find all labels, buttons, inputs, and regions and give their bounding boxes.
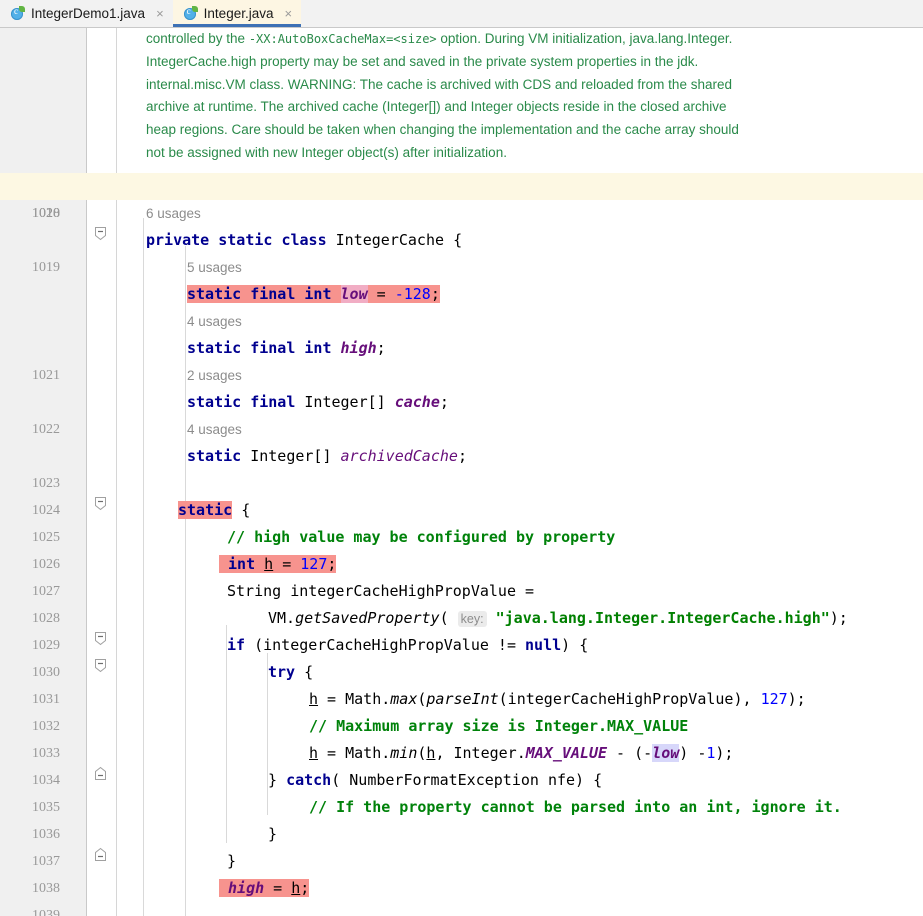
usage-hint-label: 5 usages — [187, 260, 242, 275]
code-row-1039[interactable]: 1039 high = h; — [0, 875, 923, 916]
editor-tab-bar: IntegerDemo1.java × Integer.java × — [0, 0, 923, 28]
code-text: h = Math.max(parseInt(integerCacheHighPr… — [309, 690, 806, 708]
code-row-1033[interactable]: 1033 // Maximum array size is Integer.MA… — [0, 713, 923, 761]
usage-hint-high[interactable]: 4 usages — [0, 308, 923, 335]
error-highlight: static final int low = -128; — [187, 285, 440, 303]
java-class-icon — [10, 6, 25, 21]
code-row-1026[interactable]: 1026 // high value may be configured by … — [0, 524, 923, 572]
code-text: VM.getSavedProperty( key: "java.lang.Int… — [268, 609, 848, 627]
code-row-1035[interactable]: 1035 } catch( NumberFormatException nfe)… — [0, 767, 923, 815]
tab-label: Integer.java — [203, 6, 274, 21]
code-row-1025[interactable]: 1025 static { — [0, 497, 923, 545]
code-row-1029[interactable]: 1029 VM.getSavedProperty( key: "java.lan… — [0, 605, 923, 653]
code-text: int h = 127; — [219, 551, 337, 578]
doc-line-4: archive at runtime. The archived cache (… — [146, 99, 727, 115]
close-icon[interactable]: × — [155, 7, 165, 20]
tab-label: IntegerDemo1.java — [31, 6, 146, 21]
code-row-1038[interactable]: 1038 } — [0, 848, 923, 896]
usage-hint-archivedcache[interactable]: 4 usages — [0, 416, 923, 443]
code-row-1022[interactable]: 1022 static final Integer[] cache; — [0, 389, 923, 437]
code-text: // Maximum array size is Integer.MAX_VAL… — [309, 717, 689, 735]
code-row-1024[interactable]: 1024 — [0, 470, 923, 518]
code-row-1030[interactable]: 1030 if (integerCacheHighPropValue != nu… — [0, 632, 923, 680]
code-editor[interactable]: 1020 controlled by the -XX:AutoBoxCacheM… — [0, 28, 923, 916]
doc-line-5: heap regions. Care should be taken when … — [146, 122, 739, 138]
code-row-1031[interactable]: 1031 try { — [0, 659, 923, 707]
code-row-1036[interactable]: 1036 // If the property cannot be parsed… — [0, 794, 923, 842]
code-row-1037[interactable]: 1037 } — [0, 821, 923, 869]
code-text: private static class IntegerCache { — [146, 231, 463, 249]
java-class-icon — [183, 6, 198, 21]
code-text: static { — [178, 501, 251, 519]
doc-line-1: controlled by the -XX:AutoBoxCacheMax=<s… — [146, 31, 733, 46]
code-text: } — [268, 825, 278, 843]
error-highlight: high = h; — [219, 879, 310, 897]
usage-hint-integercache[interactable]: 6 usages — [0, 200, 923, 227]
code-text: static Integer[] archivedCache; — [187, 447, 467, 465]
code-text: static final Integer[] cache; — [187, 393, 449, 411]
code-text: // high value may be configured by prope… — [227, 528, 616, 546]
code-text: // If the property cannot be parsed into… — [309, 798, 842, 816]
code-text: } catch( NumberFormatException nfe) { — [268, 771, 603, 789]
code-row-1023[interactable]: 1023 static Integer[] archivedCache; — [0, 443, 923, 491]
doc-line-3: internal.misc.VM class. WARNING: The cac… — [146, 76, 732, 92]
code-row-1027[interactable]: 1027 int h = 127; — [0, 551, 923, 599]
usage-hint-cache[interactable]: 2 usages — [0, 362, 923, 389]
code-row-1020[interactable]: static final int low = -128; — [0, 281, 923, 308]
parameter-hint-key: key: — [457, 611, 487, 627]
doc-line-2: IntegerCache.high property may be set an… — [146, 53, 699, 69]
code-row-1028[interactable]: 1028 String integerCacheHighPropValue = — [0, 578, 923, 626]
code-text: high = h; — [219, 875, 310, 902]
usage-hint-label: 6 usages — [146, 206, 201, 221]
tab-integerdemo1-java[interactable]: IntegerDemo1.java × — [0, 0, 173, 27]
code-row-1018[interactable]: 1018 — [0, 173, 923, 221]
usage-hint-label: 2 usages — [187, 368, 242, 383]
identifier-occurrence-low: low — [340, 285, 368, 303]
code-text: } — [227, 852, 237, 870]
doc-line-6: not be assigned with new Integer object(… — [146, 144, 507, 160]
error-highlight: static — [178, 501, 233, 519]
usage-hint-label: 4 usages — [187, 422, 242, 437]
code-row-1040[interactable]: 1040 — [0, 902, 923, 916]
code-text: h = Math.min(h, Integer.MAX_VALUE - (-lo… — [309, 744, 734, 762]
code-text: try { — [268, 663, 314, 681]
identifier-occurrence-low: low — [652, 744, 680, 762]
usage-hint-low[interactable]: 5 usages — [0, 254, 923, 281]
usage-hint-label: 4 usages — [187, 314, 242, 329]
code-row-1032[interactable]: 1032 h = Math.max(parseInt(integerCacheH… — [0, 686, 923, 734]
error-highlight: int h = 127; — [219, 555, 337, 573]
code-text: if (integerCacheHighPropValue != null) { — [227, 636, 589, 654]
code-row-1034[interactable]: 1034 h = Math.min(h, Integer.MAX_VALUE -… — [0, 740, 923, 788]
tab-integer-java[interactable]: Integer.java × — [172, 0, 302, 27]
code-text: static final int low = -128; — [187, 281, 440, 308]
close-icon[interactable]: × — [283, 7, 293, 20]
code-text: static final int high; — [187, 339, 386, 357]
code-row-1021[interactable]: 1021 static final int high; — [0, 335, 923, 383]
code-text: String integerCacheHighPropValue = — [227, 582, 535, 600]
javadoc-comment-block: controlled by the -XX:AutoBoxCacheMax=<s… — [146, 28, 786, 165]
code-row-1019[interactable]: 1019 private static class IntegerCache { — [0, 227, 923, 275]
